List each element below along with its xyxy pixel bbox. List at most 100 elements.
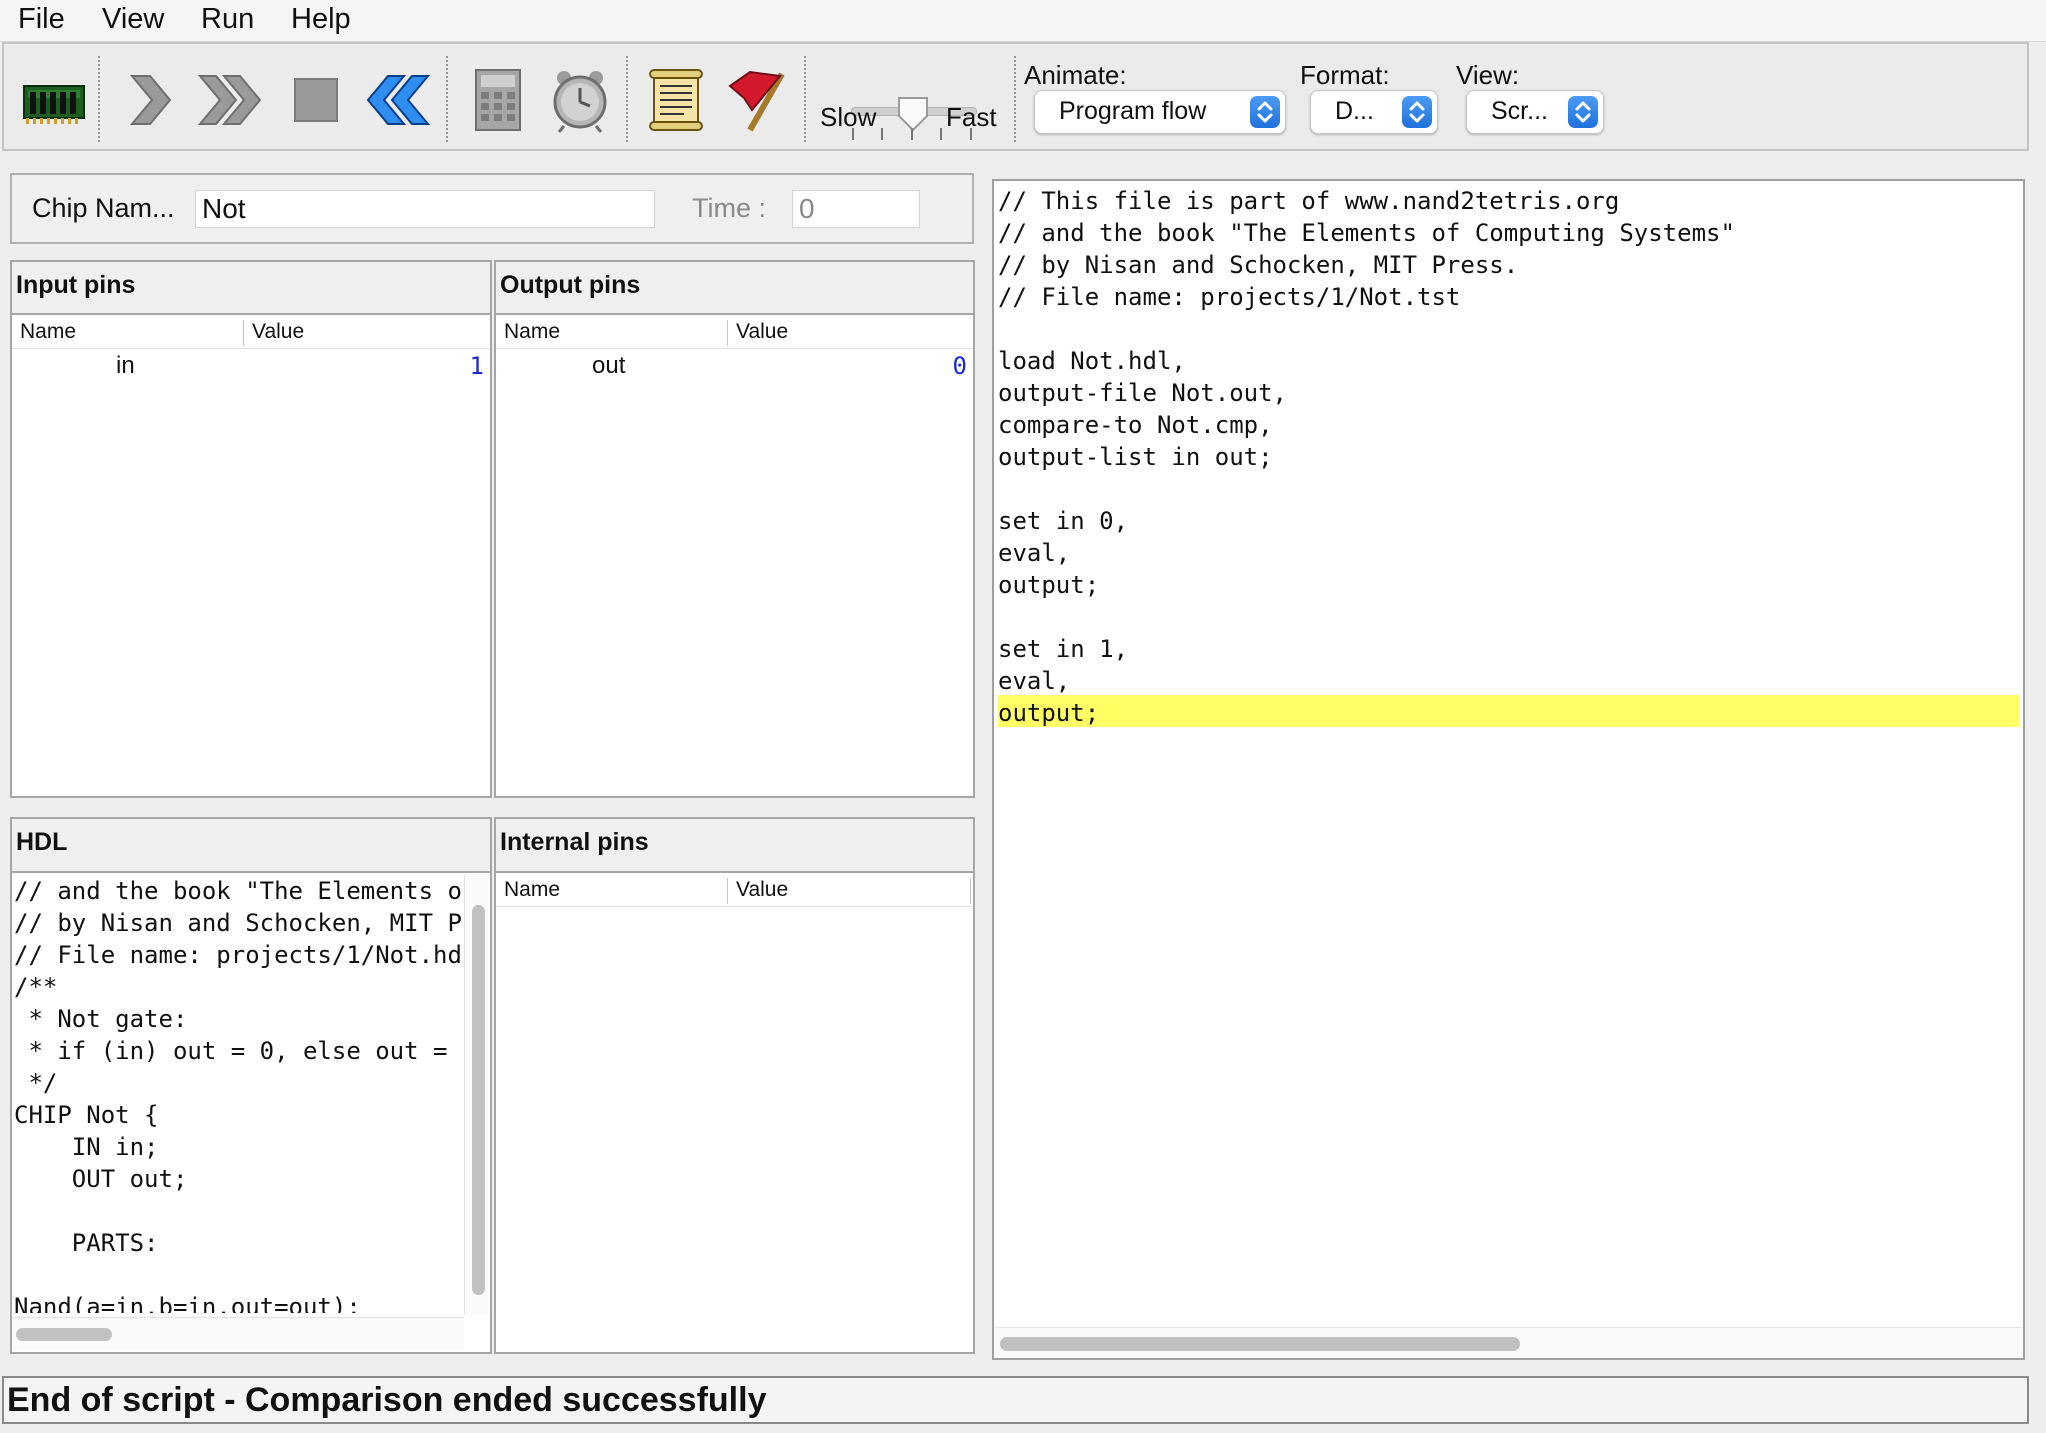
hdl-horizontal-scrollbar[interactable] <box>12 1317 464 1349</box>
stop-button[interactable] <box>280 64 352 136</box>
toolbar: Slow Fast Animate: Program flow Format: … <box>2 42 2029 151</box>
load-chip-button[interactable] <box>18 64 90 136</box>
table-row[interactable]: out 0 <box>496 350 973 384</box>
animate-select-value: Program flow <box>1059 97 1207 125</box>
input-pins-panel: Input pins Name Value in 1 <box>10 260 492 798</box>
script-button[interactable] <box>640 64 712 136</box>
internal-pins-value-header: Value <box>736 878 789 901</box>
output-pins-title: Output pins <box>496 262 973 315</box>
script-line: // and the book "The Elements of Computi… <box>998 219 1735 247</box>
animate-label: Animate: <box>1024 60 1127 90</box>
single-step-button[interactable] <box>112 64 184 136</box>
script-line: output-list in out; <box>998 443 1273 471</box>
format-label: Format: <box>1300 60 1390 90</box>
animate-select[interactable]: Program flow <box>1034 90 1286 134</box>
chevron-right-icon <box>129 75 172 125</box>
hdl-line: /** <box>14 973 58 1001</box>
hdl-line: IN in; <box>14 1133 159 1161</box>
script-line: output-file Not.out, <box>998 379 1287 407</box>
view-label: View: <box>1456 60 1520 90</box>
rewind-icon <box>366 75 431 125</box>
input-pins-name-header: Name <box>20 320 77 343</box>
output-pins-value-header: Value <box>736 320 789 343</box>
output-pin-value: 0 <box>952 352 967 380</box>
script-line: // by Nisan and Schocken, MIT Press. <box>998 251 1519 279</box>
hdl-horizontal-scroll-thumb[interactable] <box>16 1328 112 1341</box>
speed-slow-label: Slow <box>820 102 877 132</box>
input-pin-name: in <box>116 352 135 379</box>
script-line: // This file is part of www.nand2tetris.… <box>998 187 1620 215</box>
input-pins-value-header: Value <box>252 320 305 343</box>
status-message: End of script - Comparison ended success… <box>7 1381 767 1419</box>
flag-icon <box>728 70 785 132</box>
hdl-code-view[interactable]: // and the book "The Elements of // by N… <box>14 875 462 1313</box>
script-scroll-icon <box>649 69 703 131</box>
view-select[interactable]: Scr... <box>1466 90 1604 134</box>
script-line: // File name: projects/1/Not.tst <box>998 283 1461 311</box>
script-horizontal-scrollbar[interactable] <box>994 1327 2023 1358</box>
hdl-vertical-scroll-thumb[interactable] <box>472 905 485 1295</box>
menu-view[interactable]: View <box>102 3 164 36</box>
breakpoints-button[interactable] <box>722 64 794 136</box>
hdl-line: // File name: projects/1/Not.hdl <box>14 941 462 969</box>
format-select[interactable]: D... <box>1310 90 1438 134</box>
hdl-line: * Not gate: <box>14 1005 188 1033</box>
hdl-panel: HDL // and the book "The Elements of // … <box>10 817 492 1354</box>
time-label: Time : <box>692 193 766 223</box>
hdl-line: Nand(a=in,b=in,out=out); <box>14 1293 361 1313</box>
hdl-title: HDL <box>12 819 490 873</box>
menu-run[interactable]: Run <box>201 3 254 36</box>
status-bar: End of script - Comparison ended success… <box>2 1376 2029 1424</box>
internal-pins-title: Internal pins <box>496 819 973 873</box>
internal-pins-panel: Internal pins Name Value <box>494 817 975 1354</box>
select-arrows-icon <box>1568 96 1598 128</box>
menu-help[interactable]: Help <box>291 3 351 36</box>
hdl-line: * if (in) out = 0, else out = 1 <box>14 1037 462 1065</box>
script-code-view[interactable]: // This file is part of www.nand2tetris.… <box>998 185 2019 1325</box>
hdl-line: PARTS: <box>14 1229 159 1257</box>
script-line: set in 0, <box>998 507 1129 535</box>
script-line-current: output; <box>998 699 1100 727</box>
hdl-line: CHIP Not { <box>14 1101 159 1129</box>
script-line: output; <box>998 571 1100 599</box>
script-line: eval, <box>998 667 1071 695</box>
reset-button[interactable] <box>362 64 434 136</box>
calculator-icon <box>475 69 521 131</box>
output-pin-name: out <box>592 352 626 379</box>
hdl-line: // and the book "The Elements of <box>14 877 462 905</box>
script-line: set in 1, <box>998 635 1129 663</box>
hdl-line: // by Nisan and Schocken, MIT Pr <box>14 909 462 937</box>
script-panel: // This file is part of www.nand2tetris.… <box>992 179 2025 1360</box>
hdl-line: */ <box>14 1069 58 1097</box>
script-line: compare-to Not.cmp, <box>998 411 1273 439</box>
speed-fast-label: Fast <box>946 102 997 132</box>
script-horizontal-scroll-thumb[interactable] <box>1000 1337 1520 1351</box>
time-field: 0 <box>792 190 920 228</box>
script-line: eval, <box>998 539 1071 567</box>
view-select-value: Scr... <box>1491 97 1548 125</box>
output-pins-name-header: Name <box>504 320 561 343</box>
chip-name-bar: Chip Nam... Not Time : 0 <box>10 173 974 244</box>
hdl-vertical-scrollbar[interactable] <box>464 875 490 1315</box>
input-pin-value[interactable]: 1 <box>470 352 484 380</box>
clock-button[interactable] <box>544 64 616 136</box>
internal-pins-name-header: Name <box>504 878 561 901</box>
chip-icon <box>23 85 85 124</box>
menu-bar: File View Run Help <box>0 0 2046 42</box>
alarm-clock-icon <box>553 71 607 133</box>
run-button[interactable] <box>194 64 266 136</box>
stop-icon <box>294 78 338 122</box>
select-arrows-icon <box>1402 96 1432 128</box>
select-arrows-icon <box>1250 96 1280 128</box>
chip-name-field[interactable]: Not <box>195 190 655 228</box>
calculator-button[interactable] <box>462 64 534 136</box>
double-chevron-right-icon <box>197 75 262 125</box>
format-select-value: D... <box>1335 97 1374 125</box>
table-row[interactable]: in 1 <box>12 350 490 384</box>
hdl-line: OUT out; <box>14 1165 188 1193</box>
speed-slider-thumb[interactable] <box>897 96 929 132</box>
menu-file[interactable]: File <box>18 3 65 36</box>
chip-name-label: Chip Nam... <box>32 193 175 223</box>
input-pins-title: Input pins <box>12 262 490 315</box>
output-pins-panel: Output pins Name Value out 0 <box>494 260 975 798</box>
